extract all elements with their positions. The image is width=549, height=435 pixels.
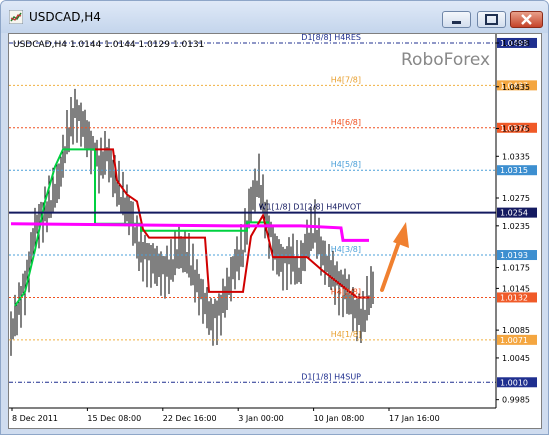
maximize-icon [485,14,498,25]
level-label: H4[1/8] [331,330,361,339]
level-label: H4[5/8] [331,160,361,169]
level-label: H4[6/8] [331,118,361,127]
level-tag-text: 1.0315 [500,166,528,175]
chart-window: USDCAD,H4 D1[8/8] H4RES 1.0498 H4[7/8] 1.04… [0,0,549,435]
level-label: H4[2/8] [331,287,361,296]
level-tag-text: 1.0010 [500,378,528,387]
watermark: RoboForex [401,50,490,70]
maximize-button[interactable] [477,11,506,28]
level-tag-text: 1.0254 [500,209,528,218]
price-chart[interactable]: D1[8/8] H4RES1.0498H4[7/8]1.0437H4[6/8]1… [9,33,541,428]
y-tick-label: 1.0085 [502,326,530,335]
x-tick-label: 10 Jan 08:00 [314,414,365,423]
y-tick-label: 1.0375 [502,124,530,133]
close-icon [521,14,532,25]
y-tick-label: 1.0275 [502,194,530,203]
title-bar[interactable]: USDCAD,H4 [1,1,548,33]
window-title: USDCAD,H4 [29,10,101,24]
level-tag-text: 1.0132 [500,293,528,302]
x-tick-label: 22 Dec 16:00 [163,414,217,423]
y-tick-label: 0.9985 [502,396,530,405]
level-label: D1[1/8] H4SUP [301,372,361,381]
chart-icon [9,10,23,24]
y-tick-label: 1.0335 [502,152,530,161]
x-tick-label: 17 Jan 16:00 [389,414,440,423]
minimize-icon [452,21,461,24]
y-tick-label: 1.0435 [502,83,530,92]
x-tick-label: 3 Jan 00:00 [238,414,284,423]
y-tick-label: 1.0235 [502,222,530,231]
chart-area[interactable]: D1[8/8] H4RES 1.0498 H4[7/8] 1.0437 H4[6/8] 1… [8,33,542,429]
minimize-button[interactable] [442,11,471,28]
x-tick-label: 8 Dec 2011 [12,414,58,423]
y-tick-label: 1.0175 [502,264,530,273]
level-tag-text: 1.0193 [500,251,528,260]
y-tick-label: 1.0498 [502,39,530,48]
y-tick-label: 1.0045 [502,354,530,363]
level-label: H4[3/8] [331,245,361,254]
level-label: W1[1/8] D1[2/8] H4PIVOT [259,203,361,212]
level-tag-text: 1.0071 [500,336,528,345]
level-label: H4[7/8] [331,75,361,84]
annotation-arrow [380,222,409,292]
x-tick-label: 15 Dec 08:00 [87,414,141,423]
level-label: D1[8/8] H4RES [301,34,361,42]
y-tick-label: 1.0145 [502,284,530,293]
close-button[interactable] [510,11,543,28]
chart-header: USDCAD,H4 1.0144 1.0144 1.0129 1.0131 [13,40,204,50]
